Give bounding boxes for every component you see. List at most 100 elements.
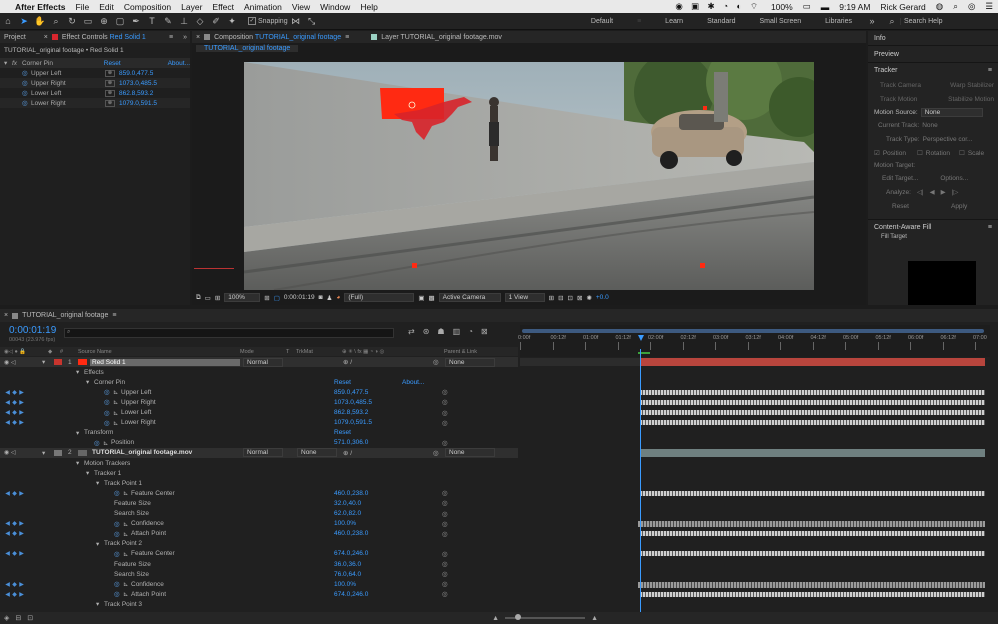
property-row[interactable]: ◀ ◆ ▶ ◎ ⊾ Feature Center 674.0,246.0 ◎: [0, 549, 518, 559]
stopwatch-icon[interactable]: ◎: [104, 388, 113, 396]
collapse-arrow-icon[interactable]: ▾: [26, 358, 54, 366]
workspace-overflow-icon[interactable]: »: [866, 15, 878, 27]
layer-duration-bar[interactable]: [640, 448, 985, 457]
time-ruler[interactable]: 0:00f 00:12f 01:00f 01:12f 02:00f 02:12f 03:00…: [518, 325, 990, 357]
point-picker-icon[interactable]: ⊕: [105, 99, 115, 107]
expression-pick-whip-icon[interactable]: ◎: [442, 419, 448, 427]
parent-dropdown[interactable]: None: [445, 448, 495, 458]
expression-pick-whip-icon[interactable]: ◎: [442, 570, 448, 578]
workspace-default[interactable]: Default: [579, 18, 625, 25]
keyframe-strip[interactable]: [640, 591, 985, 597]
position-checkbox-icon[interactable]: ☑: [874, 149, 880, 157]
stopwatch-icon[interactable]: ◎: [114, 530, 123, 538]
search-help-input[interactable]: Search Help: [900, 17, 998, 25]
panel-menu-icon[interactable]: ≡: [112, 312, 116, 319]
edit-target-button[interactable]: Edit Target...: [882, 175, 918, 182]
panel-menu-icon[interactable]: ≡: [345, 34, 349, 41]
parent-pick-whip-icon[interactable]: ◎: [433, 358, 445, 366]
property-row[interactable]: ▾ Effects: [0, 367, 518, 377]
zoom-dropdown[interactable]: 100%: [224, 293, 261, 302]
label-column-icon[interactable]: ◆: [48, 349, 60, 355]
stopwatch-icon[interactable]: ◎: [94, 439, 103, 447]
menu-clock[interactable]: 9:19 AM: [834, 2, 875, 12]
panel-menu-icon[interactable]: ≡: [988, 67, 992, 74]
layer-switches[interactable]: ⊕ /: [337, 358, 433, 366]
property-value[interactable]: 1073.0,485.5: [334, 399, 402, 406]
stopwatch-icon[interactable]: ◎: [22, 99, 31, 107]
battery-percent[interactable]: 100%: [766, 2, 798, 12]
tab-effect-controls[interactable]: Effect Controls Red Solid 1: [62, 34, 146, 41]
property-value[interactable]: 674.0,246.0: [334, 591, 402, 598]
track-area-row[interactable]: [520, 559, 990, 569]
column-mode[interactable]: Mode: [240, 349, 286, 355]
expression-pick-whip-icon[interactable]: ◎: [442, 439, 448, 447]
roto-brush-tool-icon[interactable]: ✐: [210, 15, 222, 27]
track-area-row[interactable]: [520, 428, 990, 438]
layer-label-color[interactable]: [54, 449, 62, 456]
collapse-arrow-icon[interactable]: ▾: [26, 449, 54, 457]
keyframe-strip[interactable]: [640, 551, 985, 557]
analyze-forward-icon[interactable]: ▶: [941, 188, 946, 196]
stopwatch-icon[interactable]: ◎: [22, 69, 31, 77]
stopwatch-icon[interactable]: ◎: [22, 79, 31, 87]
menu-app-name[interactable]: After Effects: [10, 2, 71, 12]
expression-pick-whip-icon[interactable]: ◎: [442, 590, 448, 598]
status-icons[interactable]: ◉ ▣ ✱ ◔ ◐ ⌔: [670, 1, 766, 12]
render-time-icon[interactable]: ⊡: [27, 614, 33, 622]
property-value[interactable]: 100.0%: [334, 581, 402, 588]
property-row[interactable]: ◀ ◆ ▶ ◎ ⊾ Upper Right 1073.0,485.5 ◎: [0, 397, 518, 407]
snap-align-icon[interactable]: ⤡: [306, 15, 318, 27]
property-value[interactable]: 460.0,238.0: [334, 490, 402, 497]
work-area-bar[interactable]: [522, 329, 984, 333]
property-value[interactable]: Reset: [334, 429, 402, 436]
property-value[interactable]: 62.0,82.0: [334, 510, 402, 517]
menu-edit[interactable]: Edit: [94, 2, 119, 12]
about-link[interactable]: About...: [402, 379, 442, 386]
expression-pick-whip-icon[interactable]: ◎: [442, 580, 448, 588]
track-area-row[interactable]: [520, 569, 990, 579]
menu-view[interactable]: View: [287, 2, 315, 12]
stopwatch-icon[interactable]: ◎: [104, 419, 113, 427]
property-row[interactable]: Search Size 76.0,64.0 ◎: [0, 569, 518, 579]
tab-project[interactable]: Project: [4, 34, 26, 41]
visibility-icon[interactable]: ◀ ◆ ▶: [0, 399, 26, 406]
scale-checkbox-icon[interactable]: ☐: [959, 149, 965, 157]
view-layout-dropdown[interactable]: 1 View: [504, 293, 545, 302]
stopwatch-icon[interactable]: ◎: [114, 580, 123, 588]
zoom-tool-icon[interactable]: ⌕: [50, 15, 62, 27]
track-area-row[interactable]: [520, 599, 990, 609]
corner-pin-about[interactable]: About...: [168, 60, 190, 67]
property-row[interactable]: Search Size 62.0,82.0 ◎: [0, 509, 518, 519]
zoom-slider[interactable]: [505, 614, 586, 620]
keyframe-strip[interactable]: [638, 581, 985, 588]
keyframe-strip[interactable]: [640, 420, 985, 426]
property-row[interactable]: ▾ Corner Pin Reset About...: [0, 377, 518, 387]
visibility-icon[interactable]: ◉ ◁: [0, 449, 26, 456]
property-row[interactable]: ◀ ◆ ▶ ◎ ⊾ Lower Left 862.8,593.2 ◎: [0, 408, 518, 418]
user-avatar-icon[interactable]: ◍: [931, 1, 948, 12]
brush-tool-icon[interactable]: ✎: [162, 15, 174, 27]
grid-icon[interactable]: ⊞: [264, 294, 269, 302]
track-area-row[interactable]: [520, 509, 990, 519]
keyframe-strip[interactable]: [638, 521, 985, 528]
menu-file[interactable]: File: [71, 2, 95, 12]
expression-pick-whip-icon[interactable]: ◎: [442, 550, 448, 558]
property-value[interactable]: 859.0,477.5: [119, 70, 153, 77]
corner-pin-property-row[interactable]: ◎ Upper Left ⊕ 859.0,477.5: [0, 68, 190, 78]
frame-blending-icon[interactable]: ▥: [453, 327, 461, 336]
property-value[interactable]: 859.0,477.5: [334, 389, 402, 396]
property-row[interactable]: ▾ Track Point 2: [0, 539, 518, 549]
corner-pin-reset[interactable]: Reset: [104, 60, 168, 67]
property-value[interactable]: 100.0%: [334, 520, 402, 527]
layer-row[interactable]: ◉ ◁ ▾ 2 TUTORIAL_original footage.mov Normal…: [0, 447, 518, 458]
property-value[interactable]: 1079.0,591.5: [119, 100, 157, 107]
property-row[interactable]: Feature Size 32.0,40.0 ◎: [0, 498, 518, 508]
blend-mode-dropdown[interactable]: Normal: [243, 357, 283, 367]
rectangle-tool-icon[interactable]: ▢: [114, 15, 126, 27]
stopwatch-icon[interactable]: ◎: [114, 590, 123, 598]
menu-help[interactable]: Help: [355, 2, 382, 12]
options-button[interactable]: Options...: [940, 175, 968, 182]
stopwatch-icon[interactable]: ◎: [22, 89, 31, 97]
stopwatch-icon[interactable]: ◎: [114, 520, 123, 528]
menu-effect[interactable]: Effect: [207, 2, 239, 12]
